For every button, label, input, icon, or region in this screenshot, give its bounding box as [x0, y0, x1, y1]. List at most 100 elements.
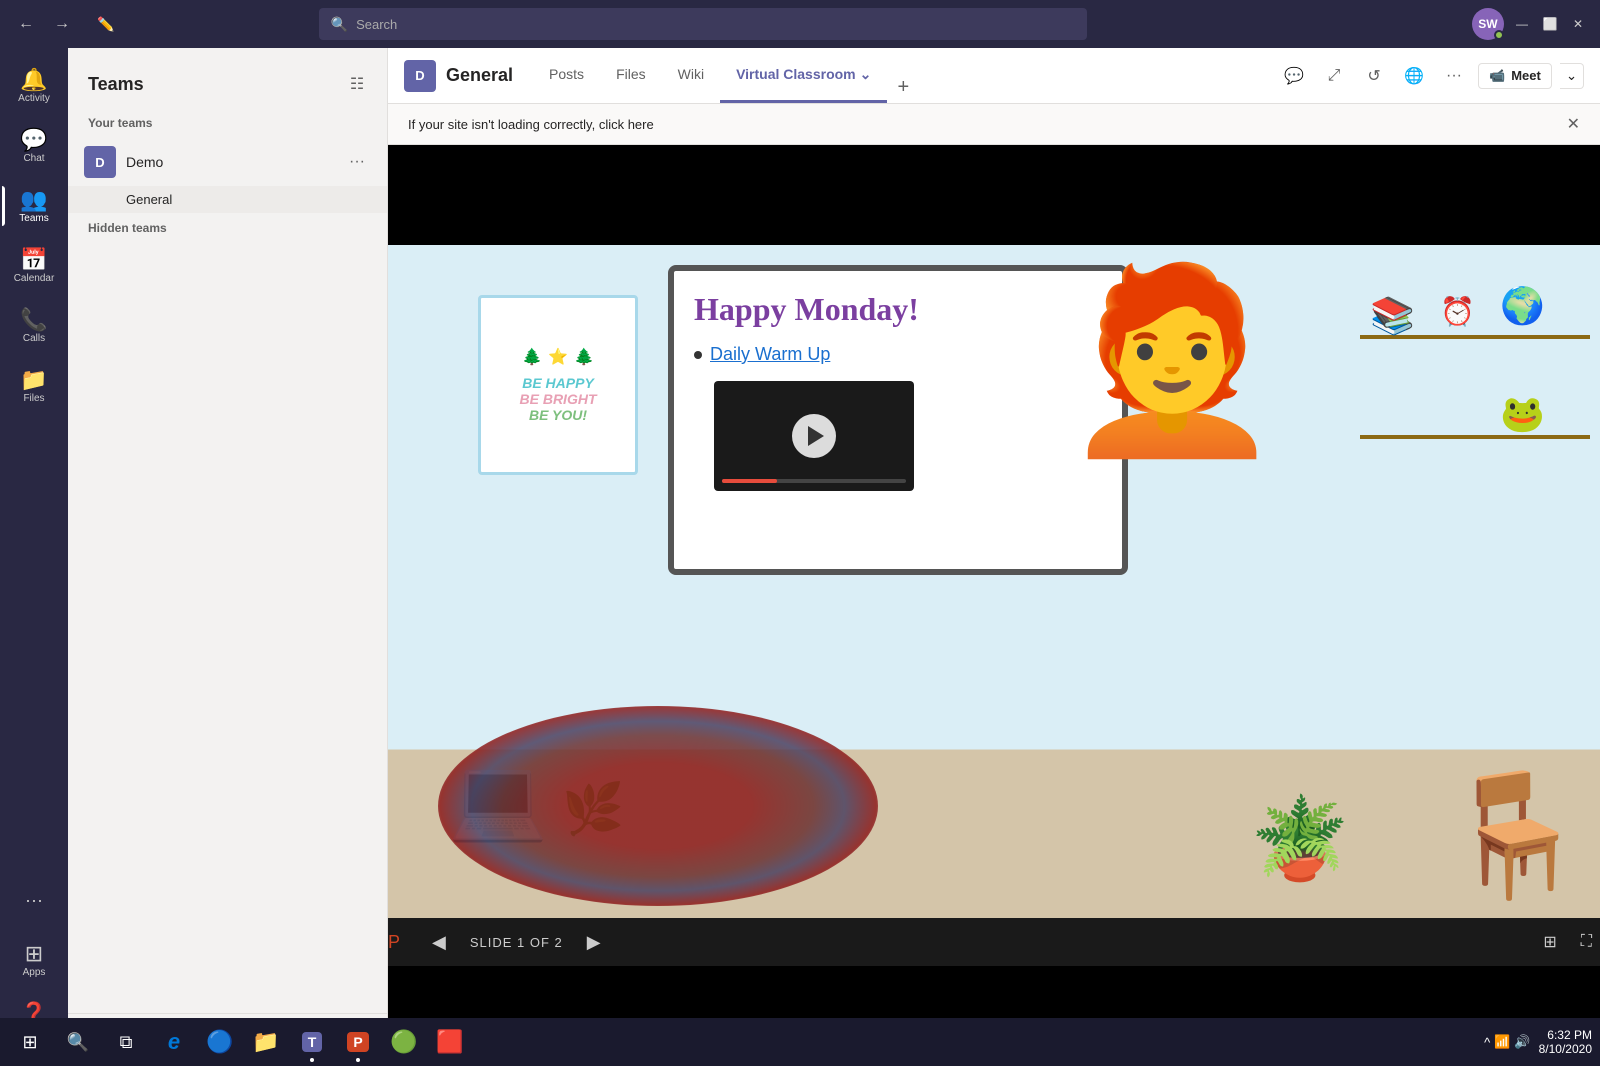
channel-header-actions: 💬 ⤢ ↺ 🌐 ··· 📹 Meet	[1278, 60, 1584, 92]
task-view-icon: ⧉	[120, 1032, 133, 1053]
daily-warm-link[interactable]: Daily Warm Up	[710, 344, 830, 365]
play-icon	[808, 426, 824, 446]
slide-info: SLIDE 1 OF 2	[470, 935, 563, 950]
sidebar-item-calendar[interactable]: 📅 Calendar	[2, 236, 66, 296]
hidden-teams-label: Hidden teams	[68, 213, 387, 239]
taskbar-search-icon: 🔍	[67, 1032, 89, 1053]
taskbar-time[interactable]: 6:32 PM 8/10/2020	[1539, 1028, 1592, 1056]
system-tray: ^ 📶 🔊	[1484, 1034, 1530, 1050]
prev-slide-button[interactable]: ◀	[424, 928, 454, 957]
tab-files[interactable]: Files	[600, 48, 662, 103]
maximize-button[interactable]: ⬜	[1540, 14, 1560, 34]
site-banner: If your site isn't loading correctly, cl…	[388, 104, 1600, 145]
video-thumbnail[interactable]	[714, 381, 914, 491]
date-display: 8/10/2020	[1539, 1042, 1592, 1056]
team-item-demo[interactable]: D Demo ···	[68, 138, 387, 186]
taskbar-app-explorer[interactable]: 📁	[244, 1020, 288, 1064]
taskbar-app-red[interactable]: 🟥	[428, 1020, 472, 1064]
fullscreen-button[interactable]: ⛶	[1573, 928, 1600, 956]
sidebar-item-activity[interactable]: 🔔 Activity	[2, 56, 66, 116]
time-display: 6:32 PM	[1539, 1028, 1592, 1042]
team-more-demo[interactable]: ···	[343, 151, 371, 173]
minimize-button[interactable]: —	[1512, 14, 1532, 34]
globe-icon: 🌍	[1500, 285, 1545, 327]
speaker-icon[interactable]: 🔊	[1514, 1034, 1530, 1050]
edit-button[interactable]: ✏️	[92, 10, 120, 38]
tab-dropdown: Virtual Classroom ⌄	[736, 66, 871, 83]
sidebar-item-chat[interactable]: 💬 Chat	[2, 116, 66, 176]
title-bar-right: SW — ⬜ ✕	[1472, 8, 1588, 40]
refresh-button[interactable]: ↺	[1358, 60, 1390, 92]
taskbar-app-powerpoint[interactable]: P	[336, 1020, 380, 1064]
sidebar-item-calls[interactable]: 📞 Calls	[2, 296, 66, 356]
more-icon: ···	[25, 890, 43, 911]
site-banner-text: If your site isn't loading correctly, cl…	[408, 117, 654, 132]
forward-button[interactable]: →	[48, 10, 76, 38]
activity-icon: 🔔	[20, 69, 47, 91]
main-content: D General Posts Files Wiki Virtual Class…	[388, 48, 1600, 1066]
avatar-status	[1494, 30, 1504, 40]
taskbar-app-teams[interactable]: T	[290, 1020, 334, 1064]
taskbar-app-chrome[interactable]: 🔵	[198, 1020, 242, 1064]
close-button[interactable]: ✕	[1568, 14, 1588, 34]
taskbar-app-edge[interactable]: e	[152, 1020, 196, 1064]
taskbar-apps: e 🔵 📁 T P 🟢 🟥	[152, 1020, 472, 1064]
team-name-demo: Demo	[126, 154, 333, 170]
explorer-icon: 📁	[252, 1029, 279, 1055]
tray-arrow-icon[interactable]: ^	[1484, 1035, 1490, 1050]
web-button[interactable]: 🌐	[1398, 60, 1430, 92]
tab-files-label: Files	[616, 66, 646, 82]
tab-virtual-classroom[interactable]: Virtual Classroom ⌄	[720, 48, 887, 103]
add-tab-button[interactable]: +	[887, 71, 919, 103]
files-icon: 📁	[20, 369, 47, 391]
tab-posts[interactable]: Posts	[533, 48, 600, 103]
avatar[interactable]: SW	[1472, 8, 1504, 40]
character-emoji: 🧑‍🦰	[1060, 260, 1284, 461]
sidebar-item-teams[interactable]: 👥 Teams	[2, 176, 66, 236]
whiteboard-title: Happy Monday!	[694, 291, 919, 328]
more-actions-button[interactable]: ···	[1438, 60, 1470, 92]
close-icon: ✕	[1567, 116, 1580, 133]
plant-area: 🪴	[1250, 792, 1350, 886]
meet-dropdown-button[interactable]: ⌄	[1560, 63, 1584, 89]
play-button[interactable]	[792, 414, 836, 458]
red-app-icon: 🟥	[436, 1029, 463, 1055]
plant-icon: 🪴	[1250, 794, 1350, 883]
teams-icon: 👥	[20, 189, 47, 211]
channel-avatar: D	[404, 60, 436, 92]
slide-view-button[interactable]: ⊞	[1535, 928, 1564, 956]
channel-item-general[interactable]: General	[68, 186, 387, 213]
next-slide-button[interactable]: ▶	[579, 928, 609, 957]
task-view-button[interactable]: ⧉	[104, 1020, 148, 1064]
banner-close-button[interactable]: ✕	[1567, 114, 1580, 134]
network-icon[interactable]: 📶	[1494, 1034, 1510, 1050]
powerpoint-taskbar-icon: P	[347, 1032, 368, 1052]
title-bar: ← → ✏️ 🔍 SW — ⬜ ✕	[0, 0, 1600, 48]
taskbar-right: ^ 📶 🔊 6:32 PM 8/10/2020	[1484, 1028, 1592, 1056]
chair-icon: 🪑	[1441, 768, 1590, 902]
apps-icon: ⊞	[25, 943, 43, 965]
be-happy-poster: 🌲 ⭐ 🌲 BE HAPPY BE BRIGHT BE YOU!	[478, 295, 638, 475]
sidebar-label-files: Files	[23, 393, 44, 404]
tab-virtual-classroom-label: Virtual Classroom	[736, 66, 856, 82]
chrome-icon: 🔵	[206, 1029, 233, 1055]
video-progress-bar	[722, 479, 906, 483]
chat-action-button[interactable]: 💬	[1278, 60, 1310, 92]
chair: 🪑	[1441, 766, 1590, 906]
taskbar-app-green[interactable]: 🟢	[382, 1020, 426, 1064]
meet-button[interactable]: 📹 Meet	[1478, 63, 1552, 89]
filter-icon: ☷	[350, 74, 364, 94]
teams-header: Teams ☷	[68, 48, 387, 112]
back-button[interactable]: ←	[12, 10, 40, 38]
sidebar-item-files[interactable]: 📁 Files	[2, 356, 66, 416]
filter-button[interactable]: ☷	[343, 70, 371, 98]
tab-wiki[interactable]: Wiki	[662, 48, 720, 103]
sidebar-item-apps[interactable]: ⊞ Apps	[2, 930, 66, 990]
search-input[interactable]	[356, 17, 1075, 32]
slideshow-top-bar	[388, 145, 1600, 245]
taskbar-search-button[interactable]: 🔍	[56, 1020, 100, 1064]
expand-button[interactable]: ⤢	[1318, 60, 1350, 92]
sidebar-item-more[interactable]: ···	[2, 870, 66, 930]
start-button[interactable]: ⊞	[8, 1020, 52, 1064]
shelf-bottom	[1360, 435, 1590, 439]
